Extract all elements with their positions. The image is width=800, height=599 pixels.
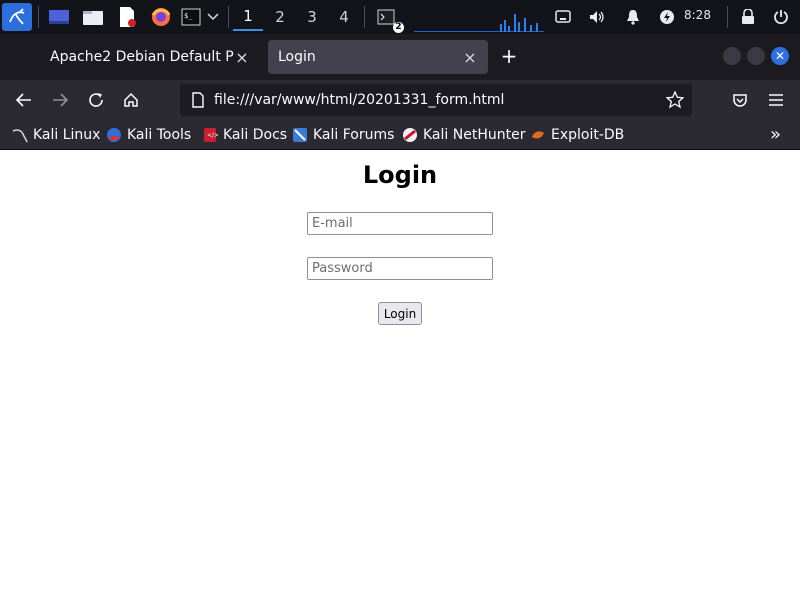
kali-dragon-icon xyxy=(12,129,28,143)
bookmark-kali-tools[interactable]: Kali Tools xyxy=(106,126,191,144)
kali-docs-icon: </> xyxy=(204,128,218,142)
bookmark-label: Kali NetHunter xyxy=(423,127,526,143)
page-content: Login Login xyxy=(0,151,800,599)
home-icon[interactable] xyxy=(119,88,143,112)
login-button[interactable]: Login xyxy=(378,302,422,325)
tab-title: Login xyxy=(278,49,316,65)
text-editor-icon[interactable] xyxy=(114,3,140,31)
bookmark-label: Kali Tools xyxy=(127,127,192,143)
tab-title: Apache2 Debian Default Page: It works xyxy=(50,49,234,65)
workspace-4[interactable]: 4 xyxy=(329,3,359,31)
bookmark-label: Exploit-DB xyxy=(551,127,625,143)
tab-apache[interactable]: Apache2 Debian Default Page: It works × xyxy=(40,40,260,74)
bookmark-star-icon[interactable] xyxy=(666,91,684,109)
close-icon[interactable]: × xyxy=(234,48,250,67)
url-text: file:///var/www/html/20201331_form.html xyxy=(214,92,505,108)
power-manager-icon[interactable] xyxy=(656,3,678,31)
clock[interactable]: 8:28 xyxy=(684,8,711,22)
panel-separator xyxy=(364,6,365,28)
bookmark-kali-forums[interactable]: Kali Forums xyxy=(292,126,394,144)
panel-separator xyxy=(727,6,728,28)
navigation-toolbar: file:///var/www/html/20201331_form.html xyxy=(0,80,800,120)
file-manager-icon[interactable] xyxy=(80,3,106,31)
kali-forums-icon xyxy=(293,128,307,142)
kali-tools-icon xyxy=(107,128,121,142)
bookmark-label: Kali Forums xyxy=(313,127,395,143)
password-field[interactable] xyxy=(307,257,493,280)
workspace-2[interactable]: 2 xyxy=(265,3,295,31)
bookmark-label: Kali Linux xyxy=(33,127,101,143)
new-tab-plus-icon[interactable]: + xyxy=(498,46,520,68)
panel-separator xyxy=(228,6,229,28)
forward-icon[interactable] xyxy=(48,88,72,112)
power-icon[interactable] xyxy=(770,3,792,31)
bookmark-label: Kali Docs xyxy=(223,127,288,143)
network-activity-graph xyxy=(414,14,544,32)
email-field[interactable] xyxy=(307,212,493,235)
workspace-1[interactable]: 1 xyxy=(233,3,263,31)
bookmark-kali-nethunter[interactable]: Kali NetHunter xyxy=(402,126,525,144)
pocket-icon[interactable] xyxy=(728,88,752,112)
bookmark-kali-linux[interactable]: Kali Linux xyxy=(12,126,100,144)
window-count-badge: 2 xyxy=(393,22,404,33)
hamburger-menu-icon[interactable] xyxy=(764,88,788,112)
kali-menu-icon[interactable] xyxy=(2,3,32,31)
show-desktop-icon[interactable] xyxy=(46,3,72,31)
close-window-button[interactable]: ✕ xyxy=(771,47,789,65)
lock-icon[interactable] xyxy=(737,3,759,31)
terminal-icon[interactable]: $_ xyxy=(180,3,202,31)
svg-text:</>: </> xyxy=(207,132,218,139)
exploit-db-icon xyxy=(532,131,544,139)
reload-icon[interactable] xyxy=(84,88,108,112)
bookmark-kali-docs[interactable]: </> Kali Docs xyxy=(202,126,287,144)
notifications-icon[interactable] xyxy=(622,3,644,31)
panel-separator xyxy=(38,6,39,28)
workspace-3[interactable]: 3 xyxy=(297,3,327,31)
more-bookmarks-chevron-icon[interactable]: » xyxy=(770,124,781,145)
page-title: Login xyxy=(362,161,438,189)
maximize-button[interactable] xyxy=(747,47,765,65)
bookmarks-toolbar: Kali Linux Kali Tools </> Kali Docs Kali… xyxy=(0,120,800,150)
bookmark-exploit-db[interactable]: Exploit-DB xyxy=(530,126,624,144)
chevron-down-icon[interactable] xyxy=(204,3,222,31)
svg-text:$_: $_ xyxy=(184,12,193,20)
page-icon xyxy=(192,92,204,108)
network-icon[interactable] xyxy=(552,3,574,31)
volume-icon[interactable] xyxy=(586,3,608,31)
top-panel: $_ 1 2 3 4 2 8:28 xyxy=(0,0,800,34)
back-icon[interactable] xyxy=(12,88,36,112)
address-bar[interactable]: file:///var/www/html/20201331_form.html xyxy=(180,84,692,116)
tab-login[interactable]: Login × xyxy=(268,40,488,74)
close-icon[interactable]: × xyxy=(462,48,478,67)
firefox-icon[interactable] xyxy=(148,3,174,31)
terminal-window-button[interactable]: 2 xyxy=(372,3,404,33)
nethunter-icon xyxy=(403,128,417,142)
tab-bar: Apache2 Debian Default Page: It works × … xyxy=(0,34,800,80)
minimize-button[interactable] xyxy=(723,47,741,65)
